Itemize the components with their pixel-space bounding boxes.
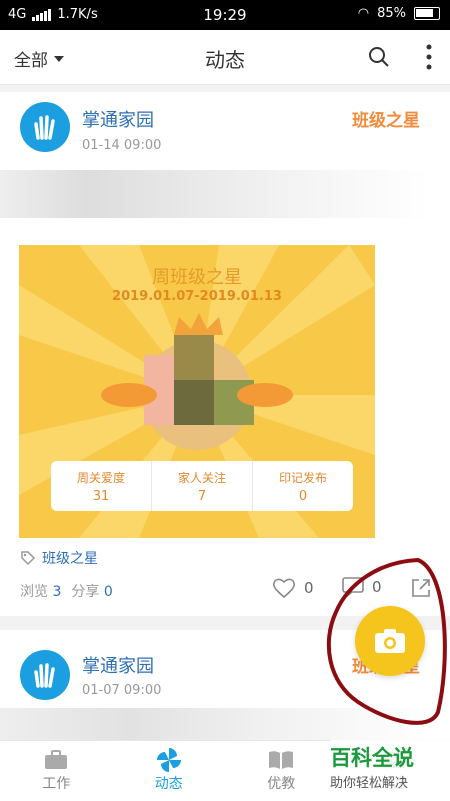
poster-stats: 周关爱度 31 家人关注 7 印记发布 0 (51, 461, 353, 511)
stat-label: 周关爱度 (51, 469, 151, 486)
tag-icon (20, 550, 36, 566)
shares-value: 0 (104, 584, 113, 600)
post-date: 01-14 09:00 (82, 138, 161, 153)
views-value: 3 (52, 584, 61, 600)
status-bar: 4G 1.7K/s 19:29 ◠ 85% (0, 0, 450, 30)
search-icon[interactable] (368, 46, 390, 68)
poster-date-range: 2019.01.07-2019.01.13 (19, 289, 375, 304)
post-date: 01-07 09:00 (82, 683, 161, 698)
battery-percent: 85% (377, 6, 406, 21)
avatar[interactable] (20, 102, 70, 152)
stat-label: 印记发布 (253, 469, 353, 486)
watermark: 百科全说 助你轻松解决 (330, 740, 450, 800)
pinwheel-icon (156, 747, 182, 773)
poster-title: 周班级之星 (19, 263, 375, 289)
tab-feed[interactable]: 动态 (113, 741, 226, 801)
app-bar: 全部 动态 (0, 30, 450, 85)
tab-education[interactable]: 优教 (225, 741, 338, 801)
battery-icon (414, 7, 440, 20)
briefcase-icon (44, 750, 68, 770)
hand-logo-icon (30, 112, 60, 142)
tab-work[interactable]: 工作 (0, 741, 113, 801)
stat-value: 31 (51, 489, 151, 504)
stat-family: 家人关注 7 (151, 461, 252, 511)
camera-fab-button[interactable] (355, 606, 425, 676)
tab-label: 动态 (113, 773, 226, 793)
camera-icon (373, 627, 407, 655)
author-name[interactable]: 掌通家园 (82, 652, 154, 678)
avatar[interactable] (20, 650, 70, 700)
views-count: 浏览 3 (20, 581, 61, 601)
stat-value: 7 (152, 489, 252, 504)
stat-care: 周关爱度 31 (51, 461, 151, 511)
shares-label: 分享 (71, 584, 99, 600)
stat-label: 家人关注 (152, 469, 252, 486)
author-name[interactable]: 掌通家园 (82, 106, 154, 132)
feed-post: 掌通家园 01-14 09:00 班级之星 周班级之星 2019.01.07-2… (0, 92, 450, 616)
hand-logo-icon (30, 660, 60, 690)
tab-label: 优教 (225, 773, 338, 793)
watermark-title: 百科全说 (330, 742, 450, 772)
post-tag[interactable]: 班级之星 (20, 548, 98, 568)
tab-label: 工作 (0, 773, 113, 793)
wifi-icon: ◠ (358, 6, 369, 21)
post-metrics: 浏览 3 分享 0 (20, 581, 113, 601)
book-icon (268, 750, 294, 770)
watermark-subtitle: 助你轻松解决 (330, 772, 450, 791)
like-button[interactable]: 0 (272, 577, 314, 599)
views-label: 浏览 (20, 584, 48, 600)
class-star-poster[interactable]: 周班级之星 2019.01.07-2019.01.13 周关爱度 31 家人关注… (19, 245, 375, 538)
tag-label: 班级之星 (42, 548, 98, 568)
stat-value: 0 (253, 489, 353, 504)
stat-posts: 印记发布 0 (252, 461, 353, 511)
class-star-badge: 班级之星 (352, 106, 420, 131)
heart-icon (272, 577, 296, 599)
blurred-text (0, 170, 430, 218)
shares-count: 分享 0 (71, 581, 112, 601)
likes-count: 0 (304, 579, 314, 597)
more-vertical-icon[interactable] (426, 44, 432, 70)
